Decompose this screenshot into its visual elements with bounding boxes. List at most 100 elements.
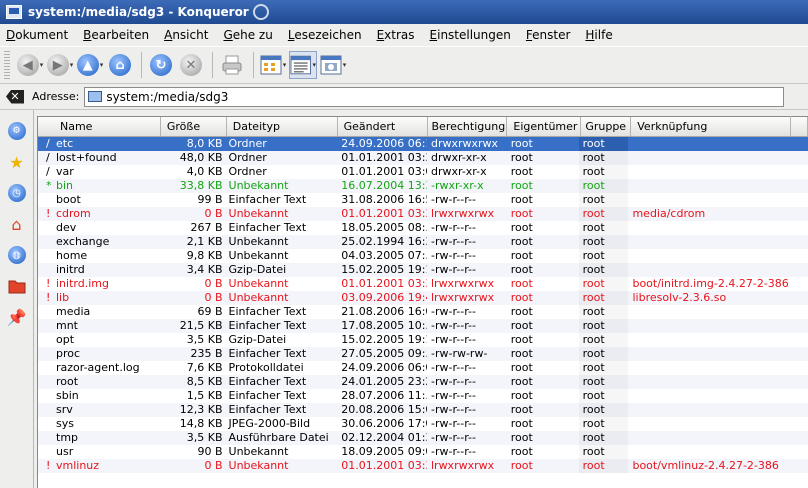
file-row[interactable]: tmp 3,5 KB Ausführbare Datei 02.12.2004 01:…: [38, 431, 808, 445]
file-name: cdrom: [56, 207, 91, 220]
file-row[interactable]: srv 12,3 KB Einfacher Text 20.08.2006 15:06…: [38, 403, 808, 417]
menu-einstellungen[interactable]: Einstellungen: [430, 28, 511, 42]
column-permissions[interactable]: Berechtigung: [428, 117, 508, 136]
file-row[interactable]: / var 4,0 KB Ordner 01.01.2001 03:00drwxr-xr…: [38, 165, 808, 179]
menu-gehe-zu[interactable]: Gehe zu: [223, 28, 272, 42]
column-group[interactable]: Gruppe: [581, 117, 632, 136]
file-row[interactable]: ! lib 0 B Unbekannt 03.09.2006 19:47lrwxrwxr…: [38, 291, 808, 305]
cell-owner: root: [510, 165, 533, 178]
file-row[interactable]: usr 90 B Unbekannt 18.09.2005 09:04-rw-r--r…: [38, 445, 808, 459]
file-row[interactable]: media 69 B Einfacher Text 21.08.2006 16:07-…: [38, 305, 808, 319]
column-header: Name Größe Dateityp Geändert Berechtigun…: [38, 117, 808, 137]
cell-size: 235 B: [190, 347, 223, 360]
toolbar-separator: [253, 52, 254, 78]
cell-name: ! vmlinuz: [38, 459, 161, 473]
file-row[interactable]: root 8,5 KB Einfacher Text 24.01.2005 23:22…: [38, 375, 808, 389]
cell-type: Einfacher Text: [228, 193, 307, 206]
cell-group: root: [579, 445, 629, 459]
up-button[interactable]: ▲ ▾: [76, 51, 104, 79]
cell-link: [628, 431, 808, 445]
cell-owner: root: [510, 137, 533, 150]
cell-type: Protokolldatei: [228, 361, 304, 374]
menu-ansicht[interactable]: Ansicht: [164, 28, 208, 42]
file-row[interactable]: sys 14,8 KB JPEG-2000-Bild 30.06.2006 17:02…: [38, 417, 808, 431]
cell-perm: -rw-r--r--: [430, 389, 476, 402]
reload-button[interactable]: ↻: [147, 51, 175, 79]
column-type[interactable]: Dateityp: [227, 117, 338, 136]
clear-location-icon[interactable]: ✕: [6, 89, 24, 104]
detail-view-button[interactable]: ▾: [289, 51, 317, 79]
menu-fenster[interactable]: Fenster: [526, 28, 571, 42]
column-size[interactable]: Größe: [161, 117, 227, 136]
cell-perm: -rw-r--r--: [430, 305, 476, 318]
back-button[interactable]: ◀ ▾: [16, 51, 44, 79]
file-row[interactable]: boot 99 B Einfacher Text 31.08.2006 16:53-r…: [38, 193, 808, 207]
forward-button[interactable]: ▶ ▾: [46, 51, 74, 79]
cell-type: Einfacher Text: [228, 375, 307, 388]
sidebar-root-folder-button[interactable]: [4, 273, 30, 299]
sidebar-history-button[interactable]: ◷: [4, 180, 30, 206]
file-row[interactable]: dev 267 B Einfacher Text 18.05.2005 08:... -…: [38, 221, 808, 235]
file-list-view[interactable]: Name Größe Dateityp Geändert Berechtigun…: [37, 116, 808, 488]
file-row[interactable]: / lost+found 48,0 KB Ordner 01.01.2001 03:30…: [38, 151, 808, 165]
icon-view-button[interactable]: ▾: [259, 51, 287, 79]
column-name[interactable]: Name: [38, 117, 161, 136]
menu-bearbeiten[interactable]: Bearbeiten: [83, 28, 149, 42]
preview-button[interactable]: ▾: [319, 51, 347, 79]
column-owner[interactable]: Eigentümer: [507, 117, 582, 136]
file-row[interactable]: ! initrd.img 0 B Unbekannt 01.01.2001 03:34l…: [38, 277, 808, 291]
sidebar-network-button[interactable]: ◍: [4, 242, 30, 268]
globe-icon: ◍: [7, 246, 26, 264]
file-row[interactable]: exchange 2,1 KB Unbekannt 25.02.1994 16:34-…: [38, 235, 808, 249]
cell-owner: root: [510, 361, 533, 374]
column-modified[interactable]: Geändert: [338, 117, 428, 136]
cell-link: libresolv-2.3.6.so: [632, 291, 727, 304]
konqueror-app-icon[interactable]: [6, 5, 22, 19]
menu-hilfe[interactable]: Hilfe: [585, 28, 612, 42]
file-row[interactable]: ! vmlinuz 0 B Unbekannt 01.01.2001 03:34lrwx…: [38, 459, 808, 473]
file-row[interactable]: mnt 21,5 KB Einfacher Text 17.08.2005 10:..…: [38, 319, 808, 333]
cell-owner: root: [510, 389, 533, 402]
sidebar-pin-button[interactable]: 📌: [4, 304, 30, 330]
cell-date: 01.01.2001 03:30: [341, 207, 427, 220]
file-row[interactable]: opt 3,5 KB Gzip-Datei 15.02.2005 19:13-rw-r…: [38, 333, 808, 347]
file-row[interactable]: ! cdrom 0 B Unbekannt 01.01.2001 03:30lrwxrw…: [38, 207, 808, 221]
main-toolbar: ◀ ▾ ▶ ▾ ▲ ▾ ⌂ ↻ ✕ ▾ ▾ ▾: [0, 46, 808, 84]
location-value: system:/media/sdg3: [106, 89, 229, 104]
cell-owner: root: [510, 445, 533, 458]
cell-link: [628, 389, 808, 403]
print-icon: [222, 55, 242, 75]
file-name: exchange: [56, 235, 110, 248]
cell-owner: root: [510, 347, 533, 360]
sidebar-home-button[interactable]: ⌂: [4, 211, 30, 237]
print-button[interactable]: [218, 51, 246, 79]
column-link[interactable]: Verknüpfung: [631, 117, 808, 136]
cell-size: 0 B: [204, 459, 223, 472]
cell-link: [628, 361, 808, 375]
file-row[interactable]: razor-agent.log 7,6 KB Protokolldatei 24.09…: [38, 361, 808, 375]
file-name: tmp: [56, 431, 79, 444]
cell-date: 20.08.2006 15:06: [341, 403, 427, 416]
file-row[interactable]: initrd 3,4 KB Gzip-Datei 15.02.2005 19:13-r…: [38, 263, 808, 277]
file-row[interactable]: sbin 1,5 KB Einfacher Text 28.07.2006 11:..…: [38, 389, 808, 403]
cell-group: root: [579, 417, 629, 431]
file-row[interactable]: / etc 8,0 KB Ordner 24.09.2006 06:10drwxrwxr…: [38, 137, 808, 151]
file-row[interactable]: proc 235 B Einfacher Text 27.05.2005 09:...…: [38, 347, 808, 361]
sidebar-services-button[interactable]: ⚙: [4, 118, 30, 144]
cell-date: 02.12.2004 01:38: [341, 431, 427, 444]
cell-group: root: [579, 235, 629, 249]
cell-perm: -rw-r--r--: [430, 263, 476, 276]
cell-name: mnt: [38, 319, 161, 333]
menu-lesezeichen[interactable]: Lesezeichen: [288, 28, 362, 42]
cell-size: 33,8 KB: [179, 179, 223, 192]
stop-button[interactable]: ✕: [177, 51, 205, 79]
menu-extras[interactable]: Extras: [377, 28, 415, 42]
file-row[interactable]: home 9,8 KB Unbekannt 04.03.2005 07:... -rw-…: [38, 249, 808, 263]
home-button[interactable]: ⌂: [106, 51, 134, 79]
cell-size: 267 B: [190, 221, 223, 234]
sidebar-bookmarks-button[interactable]: ★: [4, 149, 30, 175]
file-row[interactable]: * bin 33,8 KB Unbekannt 16.07.2004 13:37-rwx…: [38, 179, 808, 193]
menu-dokument[interactable]: Dokument: [6, 28, 68, 42]
location-input[interactable]: system:/media/sdg3: [84, 86, 785, 107]
toolbar-grip[interactable]: [4, 51, 10, 79]
